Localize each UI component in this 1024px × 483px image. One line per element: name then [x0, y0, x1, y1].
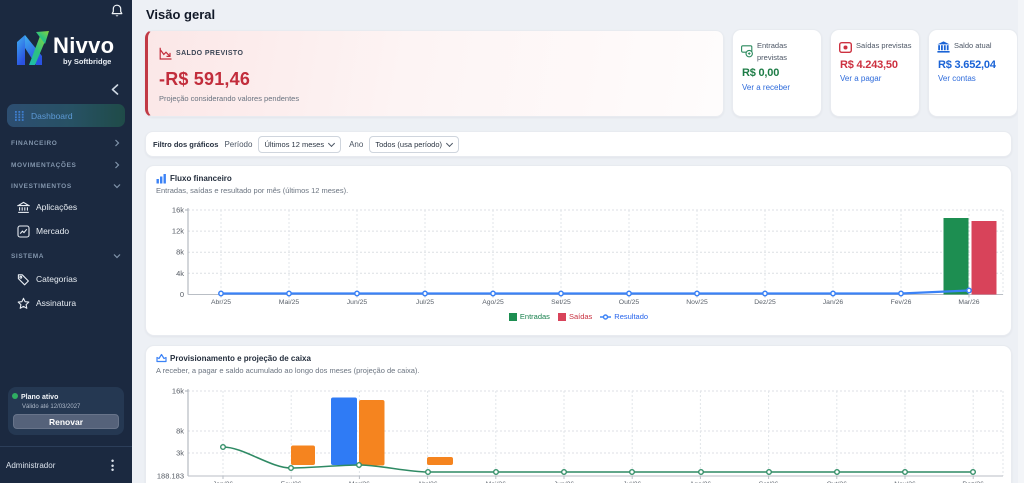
- svg-text:Mar/26: Mar/26: [958, 299, 979, 306]
- svg-text:8k: 8k: [176, 248, 184, 257]
- svg-text:Set/25: Set/25: [551, 299, 571, 306]
- svg-text:8k: 8k: [176, 427, 184, 436]
- svg-text:3k: 3k: [176, 449, 184, 458]
- svg-text:Mai/25: Mai/25: [279, 299, 300, 306]
- svg-text:16k: 16k: [172, 206, 184, 215]
- svg-text:Out/25: Out/25: [619, 299, 640, 306]
- svg-text:188.183: 188.183: [157, 472, 184, 481]
- svg-text:Jan/26: Jan/26: [823, 299, 844, 306]
- svg-text:16k: 16k: [172, 387, 184, 396]
- svg-text:Nov/25: Nov/25: [686, 299, 708, 306]
- svg-text:4k: 4k: [176, 269, 184, 278]
- svg-text:Abr/25: Abr/25: [211, 299, 231, 306]
- svg-text:Jun/25: Jun/25: [347, 299, 368, 306]
- svg-text:12k: 12k: [172, 227, 184, 236]
- svg-text:Fev/26: Fev/26: [891, 299, 912, 306]
- svg-text:0: 0: [180, 290, 184, 299]
- svg-text:Jul/25: Jul/25: [416, 299, 434, 306]
- svg-text:Ago/25: Ago/25: [482, 299, 504, 306]
- svg-text:Dez/25: Dez/25: [754, 299, 776, 306]
